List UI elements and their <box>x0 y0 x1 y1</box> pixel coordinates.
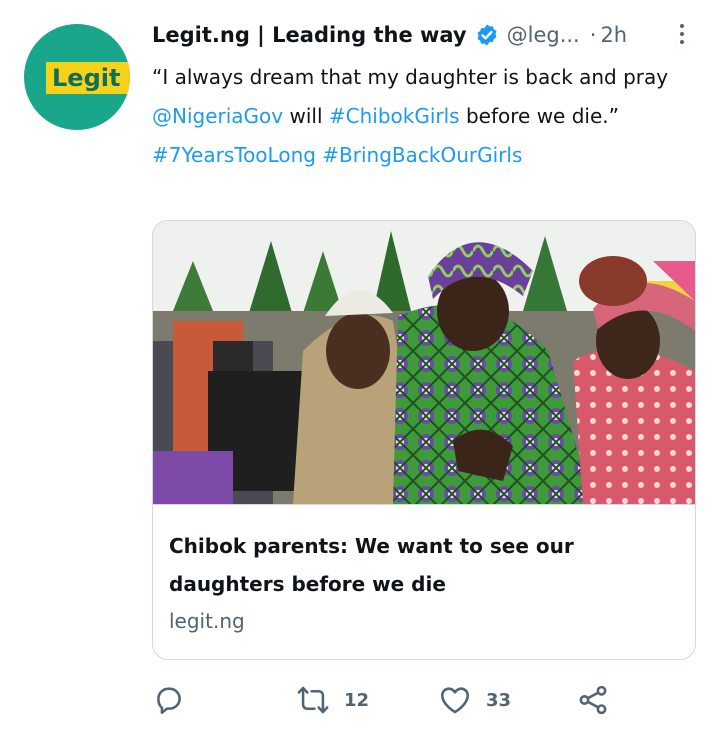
tweet-text: “I always dream that my daughter is back… <box>152 58 692 175</box>
more-icon[interactable] <box>672 20 692 50</box>
like-button[interactable]: 33 <box>438 680 511 720</box>
retweet-button[interactable]: 12 <box>296 680 369 720</box>
card-domain: legit.ng <box>169 609 245 633</box>
like-count: 33 <box>486 689 512 711</box>
mention-link[interactable]: @NigeriaGov <box>152 104 283 128</box>
card-divider <box>153 504 695 505</box>
like-icon <box>440 687 470 714</box>
reply-button[interactable] <box>152 680 200 720</box>
verified-badge-icon <box>477 24 497 46</box>
avatar[interactable]: Legit <box>24 24 130 130</box>
tweet-time[interactable]: 2h <box>600 23 627 47</box>
link-card[interactable]: Chibok parents: We want to see our daugh… <box>152 220 696 660</box>
separator-dot: · <box>589 23 597 47</box>
share-icon <box>579 685 607 715</box>
author-name[interactable]: Legit.ng | Leading the way <box>152 23 467 47</box>
share-button[interactable] <box>576 680 610 720</box>
hashtag-link[interactable]: #ChibokGirls <box>329 104 460 128</box>
tweet-header: Legit.ng | Leading the way @leg... · 2h <box>152 20 627 50</box>
tweet-text-part: will <box>283 104 329 128</box>
tweet-text-part: before we die.” <box>459 104 619 128</box>
card-title: Chibok parents: We want to see our daugh… <box>169 534 574 596</box>
avatar-logo-text: Legit <box>52 64 121 92</box>
reply-icon <box>157 687 181 715</box>
hashtag-link[interactable]: #BringBackOurGirls <box>322 143 522 167</box>
hashtag-link[interactable]: #7YearsTooLong <box>152 143 316 167</box>
author-handle[interactable]: @leg... <box>507 23 580 47</box>
retweet-count: 12 <box>344 689 370 711</box>
tweet-actions: 12 33 <box>152 680 692 720</box>
card-image <box>153 221 695 504</box>
retweet-icon <box>297 686 329 714</box>
tweet-text-part: “I always dream that my daughter is back… <box>152 65 669 89</box>
